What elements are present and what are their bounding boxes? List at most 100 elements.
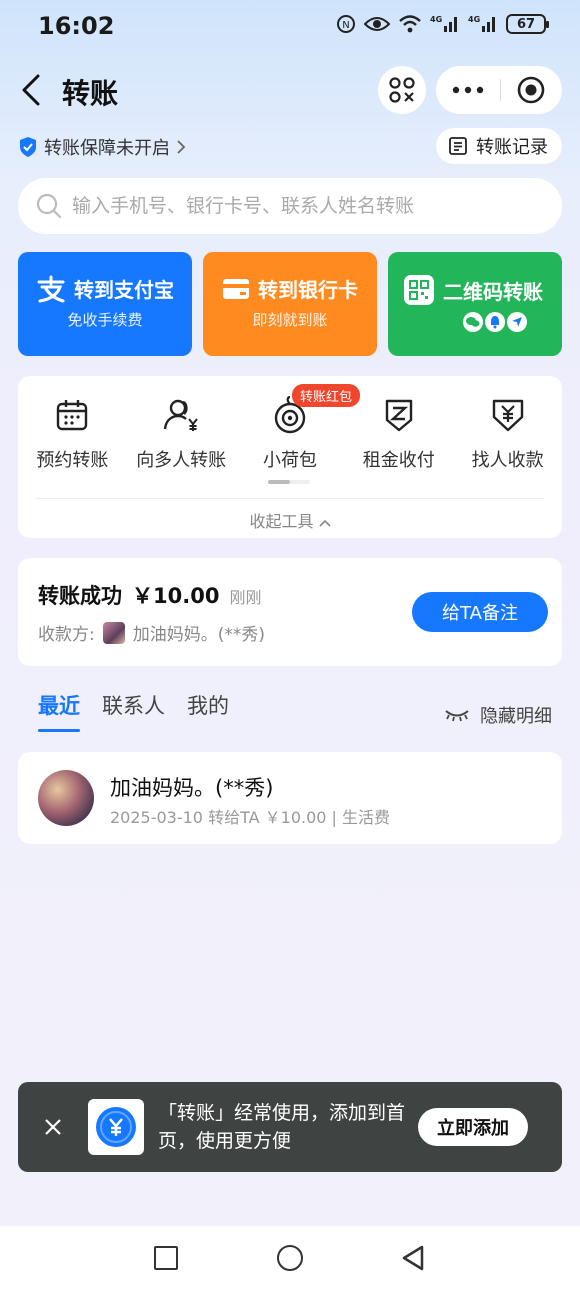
add-to-home-toast: 「转账」经常使用，添加到首页，使用更方便 立即添加 <box>18 1082 562 1172</box>
records-label: 转账记录 <box>476 137 548 158</box>
card-label: 转到支付宝 <box>74 278 174 302</box>
more-dots-icon <box>452 86 484 94</box>
add-now-button[interactable]: 立即添加 <box>418 1108 528 1146</box>
payee-avatar <box>102 621 125 644</box>
payee-row: 收款方: 加油妈妈。(**秀) <box>38 620 265 645</box>
multi-user-yuan-icon <box>163 399 198 431</box>
payee-name: 加油妈妈。(**秀) <box>132 625 265 645</box>
more-button[interactable] <box>436 86 500 94</box>
tool-label: 小荷包 <box>262 450 317 471</box>
svg-text:4G: 4G <box>430 15 442 24</box>
page-title: 转账 <box>62 77 119 110</box>
nfc-icon: N <box>337 15 355 33</box>
shield-icon <box>20 137 36 157</box>
eye-closed-icon <box>445 710 469 722</box>
success-amount: ￥10.00 <box>132 584 220 608</box>
yuan-coin-icon <box>96 1107 136 1147</box>
toast-message: 「转账」经常使用，添加到首页，使用更方便 <box>158 1102 406 1152</box>
tab-recent[interactable]: 最近 <box>38 690 80 732</box>
calendar-icon <box>57 400 88 431</box>
eye-icon <box>364 17 390 31</box>
tool-row: 预约转账 向多人转账 小荷包 租金收付 找人收款 <box>18 394 562 472</box>
close-mini-app-button[interactable] <box>501 76 561 104</box>
transfer-success-card[interactable]: 转账成功 ￥10.00 刚刚 收款方: 加油妈妈。(**秀) 给TA备注 <box>18 558 562 666</box>
search-bar[interactable] <box>18 178 562 234</box>
transfer-app-icon <box>88 1099 144 1155</box>
avatar <box>38 770 94 826</box>
header: 转账 <box>0 62 580 118</box>
bell-icon <box>485 312 505 332</box>
tool-rent[interactable]: 租金收付 <box>344 394 453 472</box>
wechat-icon <box>463 312 483 332</box>
battery-icon: 67 <box>506 14 549 34</box>
scan-icon <box>389 77 415 103</box>
document-list-icon <box>449 137 467 155</box>
success-time: 刚刚 <box>229 588 262 607</box>
back-button[interactable] <box>18 72 50 108</box>
chevron-right-icon <box>177 140 186 154</box>
transfer-records-button[interactable]: 转账记录 <box>436 128 562 164</box>
card-sub: 即刻就到账 <box>252 311 328 329</box>
send-icon <box>507 312 527 332</box>
success-summary: 转账成功 ￥10.00 刚刚 <box>38 580 261 610</box>
svg-text:4G: 4G <box>468 15 480 24</box>
chevron-up-icon <box>318 519 331 527</box>
status-icons: N 4G 4G 67 <box>336 14 549 34</box>
bank-card-icon <box>223 278 249 299</box>
contact-tabs: 最近 联系人 我的 <box>38 690 229 732</box>
signal-4g-icon: 4G <box>430 15 457 32</box>
tools-scroll-indicator <box>268 480 310 484</box>
card-label: 二维码转账 <box>443 279 543 304</box>
recents-button[interactable] <box>154 1246 178 1270</box>
contact-name: 加油妈妈。(**秀) <box>110 776 274 800</box>
home-button[interactable] <box>277 1245 303 1271</box>
mini-app-capsule <box>436 66 562 114</box>
tool-label: 找人收款 <box>471 450 544 471</box>
tool-request-payment[interactable]: 找人收款 <box>453 394 562 472</box>
card-label: 转到银行卡 <box>258 278 358 302</box>
tool-label: 向多人转账 <box>136 450 227 471</box>
qr-code-icon <box>404 275 434 305</box>
add-remark-button[interactable]: 给TA备注 <box>412 592 548 632</box>
tab-contacts[interactable]: 联系人 <box>102 690 165 720</box>
status-bar: 16:02 N 4G 4G 67 <box>0 0 580 52</box>
list-item[interactable]: 加油妈妈。(**秀) 2025-03-10 转给TA ￥10.00 | 生活费 <box>18 752 562 844</box>
to-bank-card[interactable]: 转到银行卡 即刻就到账 <box>203 252 377 356</box>
success-status: 转账成功 <box>38 584 122 608</box>
wifi-icon <box>399 15 421 33</box>
tab-mine[interactable]: 我的 <box>187 690 229 720</box>
tools-panel: 预约转账 向多人转账 小荷包 租金收付 找人收款 转账红包 收起工具 <box>18 376 562 538</box>
signal-4g-icon-2: 4G <box>468 15 495 32</box>
yuan-receive-icon <box>492 399 523 432</box>
tool-scheduled-transfer[interactable]: 预约转账 <box>18 394 127 472</box>
payee-label: 收款方: <box>38 625 95 645</box>
qr-platform-icons <box>428 312 562 332</box>
rent-icon <box>385 399 412 432</box>
alipay-icon <box>37 275 65 302</box>
chevron-left-icon <box>22 74 40 106</box>
system-back-button[interactable] <box>400 1244 426 1276</box>
qr-transfer-card[interactable]: 二维码转账 <box>388 252 562 356</box>
close-icon <box>45 1119 61 1135</box>
hide-detail-label: 隐藏明细 <box>480 706 552 727</box>
contact-meta: 2025-03-10 转给TA ￥10.00 | 生活费 <box>110 808 391 827</box>
triangle-back-icon <box>402 1245 424 1271</box>
transfer-cards: 转到支付宝 免收手续费 转到银行卡 即刻就到账 二维码转账 <box>18 252 562 356</box>
card-sub: 免收手续费 <box>67 311 143 329</box>
system-nav-bar <box>0 1226 580 1289</box>
svg-text:N: N <box>342 20 349 31</box>
search-input[interactable] <box>72 195 542 217</box>
tool-multi-transfer[interactable]: 向多人转账 <box>127 394 236 472</box>
transfer-protection-link[interactable]: 转账保障未开启 <box>18 134 186 160</box>
hide-detail-toggle[interactable]: 隐藏明细 <box>444 702 552 728</box>
collapse-tools-button[interactable]: 收起工具 <box>18 508 562 532</box>
tools-divider <box>36 498 544 499</box>
to-alipay-card[interactable]: 转到支付宝 免收手续费 <box>18 252 192 356</box>
protection-label: 转账保障未开启 <box>44 138 170 159</box>
toast-close-button[interactable] <box>18 1118 88 1136</box>
search-icon <box>36 193 62 219</box>
red-packet-badge: 转账红包 <box>292 384 361 407</box>
tool-label: 租金收付 <box>362 450 435 471</box>
scan-button[interactable] <box>378 66 426 114</box>
tool-label: 预约转账 <box>36 450 109 471</box>
